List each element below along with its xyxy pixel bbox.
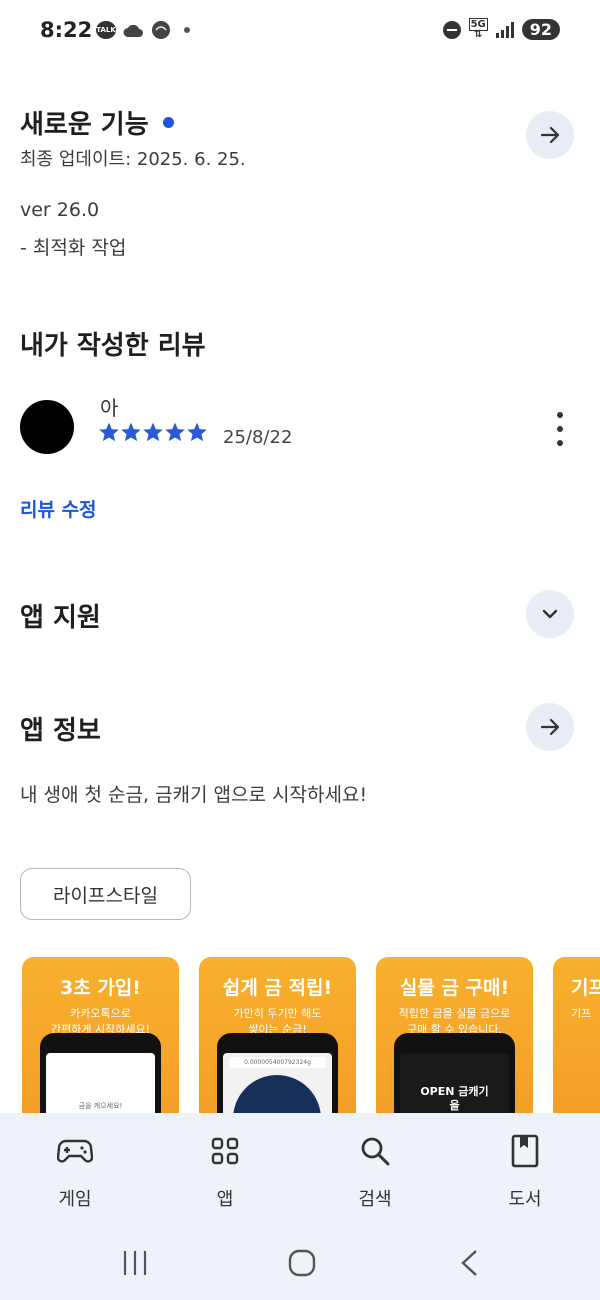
avatar (20, 400, 74, 454)
phone-mockup: 0.000005400792324g (217, 1033, 338, 1117)
category-chip[interactable]: 라이프스타일 (20, 868, 191, 920)
screenshot-title: 쉽게 금 적립! (222, 977, 333, 999)
home-icon[interactable] (287, 1248, 317, 1278)
nav-label: 도서 (508, 1189, 542, 1210)
apps-grid-icon (211, 1137, 239, 1165)
signal-icon (495, 21, 514, 38)
nav-item-games[interactable]: 게임 (25, 1131, 125, 1211)
whats-new-title: 새로운 기능 (20, 104, 174, 141)
arrow-right-icon (540, 718, 560, 736)
notification-icons: TALK (96, 20, 190, 40)
nav-item-books[interactable]: 도서 (475, 1131, 575, 1211)
network-indicator: 5G ⇅ (468, 17, 488, 40)
screenshot-4[interactable]: 기프 기프 (553, 957, 600, 1117)
phone-mockup: OPEN 금캐기 을 (394, 1033, 515, 1117)
back-icon[interactable] (458, 1248, 482, 1278)
my-review-title: 내가 작성한 리뷰 (20, 331, 206, 361)
thread-icon (152, 21, 170, 39)
screenshot-carousel[interactable]: 3초 가입! 카카오톡으로 간편하게 시작하세요! 금을 캐으세요! 쉽게 금 … (22, 957, 600, 1117)
nav-item-apps[interactable]: 앱 (175, 1131, 275, 1211)
system-navigation-bar (0, 1244, 600, 1284)
app-support-title: 앱 지원 (20, 603, 101, 633)
app-support-expand-button[interactable] (526, 590, 574, 638)
system-status: 5G ⇅ 92 (442, 17, 560, 40)
star-rating (99, 422, 207, 442)
cloud-icon (123, 24, 143, 37)
gold-dial (233, 1075, 321, 1117)
nav-label: 게임 (58, 1189, 92, 1210)
whats-new-arrow-button[interactable] (526, 111, 574, 159)
star-filled-icon (165, 422, 185, 442)
star-filled-icon (121, 422, 141, 442)
new-indicator-dot (162, 117, 174, 128)
last-updated: 최종 업데이트: 2025. 6. 25. (20, 149, 246, 170)
gamepad-icon (57, 1139, 93, 1163)
edit-review-link[interactable]: 리뷰 수정 (20, 495, 97, 522)
search-icon (361, 1137, 390, 1166)
nav-label: 검색 (358, 1189, 392, 1210)
star-filled-icon (187, 422, 207, 442)
phone-screen: 금을 캐으세요! (46, 1053, 155, 1117)
status-bar: 8:22 TALK 5G ⇅ 92 (0, 0, 600, 62)
phone-mockup: 금을 캐으세요! (40, 1033, 161, 1117)
app-info-title: 앱 정보 (20, 716, 101, 746)
version-text: ver 26.0 (20, 199, 100, 221)
battery-indicator: 92 (521, 19, 560, 40)
screenshot-title: 3초 가입! (60, 977, 141, 999)
book-icon (511, 1134, 539, 1168)
screenshot-1[interactable]: 3초 가입! 카카오톡으로 간편하게 시작하세요! 금을 캐으세요! (22, 957, 179, 1117)
phone-screen: 0.000005400792324g (223, 1053, 332, 1117)
star-filled-icon (99, 422, 119, 442)
recent-apps-icon[interactable] (120, 1248, 150, 1278)
screenshot-subtitle: 기프 (571, 1007, 592, 1020)
do-not-disturb-icon (442, 20, 461, 39)
screenshot-2[interactable]: 쉽게 금 적립! 가만히 두기만 해도 쌓이는 순금! 0.0000054007… (199, 957, 356, 1117)
status-time: 8:22 (40, 18, 93, 42)
release-notes: - 최적화 작업 (20, 237, 127, 259)
reviewer-name: 아 (100, 396, 119, 420)
phone-screen: OPEN 금캐기 을 (400, 1053, 509, 1117)
star-filled-icon (143, 422, 163, 442)
app-info-arrow-button[interactable] (526, 703, 574, 751)
review-more-options-icon[interactable] (548, 412, 572, 446)
review-date: 25/8/22 (223, 427, 293, 448)
kakaotalk-icon: TALK (96, 21, 116, 39)
screenshot-title: 기프 (571, 977, 600, 999)
screenshot-title: 실물 금 구매! (399, 977, 510, 999)
chevron-down-icon (542, 609, 558, 619)
nav-item-search[interactable]: 검색 (325, 1131, 425, 1211)
more-notifications-dot (184, 27, 190, 33)
nav-label: 앱 (216, 1189, 234, 1210)
arrow-right-icon (540, 126, 560, 144)
app-description: 내 생애 첫 순금, 금캐기 앱으로 시작하세요! (20, 784, 368, 806)
screenshot-3[interactable]: 실물 금 구매! 적립한 금을 실물 금으로 구매 할 수 있습니다. OPEN… (376, 957, 533, 1117)
